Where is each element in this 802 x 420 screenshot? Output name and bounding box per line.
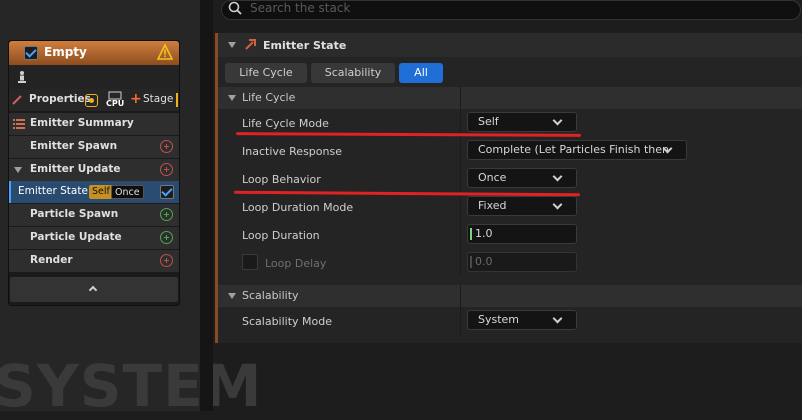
emitter-summary-label: Emitter Summary <box>30 117 134 129</box>
emitter-update-label: Emitter Update <box>30 163 121 175</box>
tab-scalability[interactable]: Scalability <box>311 63 395 83</box>
emitter-enabled-checkbox[interactable] <box>24 46 38 60</box>
loop-delay-checkbox[interactable] <box>242 254 258 270</box>
self-badge: Self <box>89 185 113 199</box>
life-cycle-section-title: Life Cycle <box>242 91 296 104</box>
loop-behavior-label: Loop Behavior <box>242 173 321 186</box>
column-divider <box>460 285 461 335</box>
add-particle-update-icon[interactable] <box>160 231 173 244</box>
add-stage-plus-icon[interactable]: + <box>130 91 142 107</box>
system-watermark: SYSTEM <box>0 352 263 420</box>
scalability-mode-label: Scalability Mode <box>242 315 333 328</box>
add-renderer-icon[interactable] <box>160 254 173 267</box>
cpu-label: CPU <box>106 99 125 108</box>
loop-delay-label: Loop Delay <box>265 257 327 270</box>
scalability-section-header[interactable]: Scalability <box>218 285 802 307</box>
properties-label[interactable]: Properties <box>29 93 91 105</box>
emitter-spawn-row[interactable]: Emitter Spawn <box>9 136 179 158</box>
emitter-state-enabled-checkbox[interactable] <box>160 185 174 199</box>
numeric-drag-marker <box>470 228 472 240</box>
loop-duration-value: 1.0 <box>475 227 493 240</box>
add-emitter-spawn-icon[interactable] <box>160 140 173 153</box>
numeric-drag-marker <box>470 256 472 268</box>
panel-splitter[interactable] <box>200 0 213 411</box>
particle-spawn-row[interactable]: Particle Spawn <box>9 204 179 226</box>
loop-duration-mode-label: Loop Duration Mode <box>242 201 354 214</box>
warning-icon[interactable] <box>157 44 173 60</box>
tab-all[interactable]: All <box>399 63 443 83</box>
scalability-section-title: Scalability <box>242 289 299 302</box>
loop-delay-value: 0.0 <box>475 255 493 268</box>
once-badge: Once <box>111 185 144 199</box>
add-emitter-update-icon[interactable] <box>160 163 173 176</box>
list-icon <box>13 119 25 129</box>
inactive-response-dropdown[interactable]: Complete (Let Particles Finish then <box>467 140 687 160</box>
collapse-triangle-icon[interactable] <box>228 95 236 101</box>
stage-dot-icon[interactable] <box>85 94 98 107</box>
particle-spawn-label: Particle Spawn <box>30 208 119 220</box>
emitter-update-row[interactable]: Emitter Update <box>9 159 179 181</box>
emitter-title: Empty <box>44 45 87 59</box>
particle-update-label: Particle Update <box>30 231 122 243</box>
search-icon <box>228 1 242 15</box>
life-cycle-section-header[interactable]: Life Cycle <box>218 87 802 109</box>
particle-update-row[interactable]: Particle Update <box>9 227 179 249</box>
loop-duration-field[interactable]: 1.0 <box>467 224 577 244</box>
collapse-triangle-icon[interactable] <box>228 293 236 299</box>
panel-title: Emitter State <box>263 39 347 52</box>
loop-delay-field[interactable]: 0.0 <box>467 252 577 272</box>
search-placeholder: Search the stack <box>250 1 351 15</box>
emitter-node-subheader <box>9 65 179 89</box>
collapse-triangle-icon[interactable] <box>228 42 236 48</box>
person-icon <box>18 71 26 83</box>
render-row[interactable]: Render <box>9 250 179 272</box>
column-divider <box>460 87 461 277</box>
emitter-summary-row[interactable]: Emitter Summary <box>9 113 179 135</box>
stage-marker <box>176 93 178 107</box>
stage-label[interactable]: Stage <box>143 93 173 105</box>
life-cycle-mode-label: Life Cycle Mode <box>242 117 329 130</box>
inactive-response-label: Inactive Response <box>242 145 342 158</box>
collapse-triangle-icon[interactable] <box>14 167 22 173</box>
emitter-state-module-icon <box>245 39 256 50</box>
emitter-spawn-label: Emitter Spawn <box>30 140 118 152</box>
loop-duration-label: Loop Duration <box>242 229 320 242</box>
add-particle-spawn-icon[interactable] <box>160 208 173 221</box>
render-label: Render <box>30 254 73 266</box>
tab-life-cycle[interactable]: Life Cycle <box>225 63 307 83</box>
emitter-state-label: Emitter State <box>18 185 88 197</box>
pencil-icon <box>12 95 22 105</box>
